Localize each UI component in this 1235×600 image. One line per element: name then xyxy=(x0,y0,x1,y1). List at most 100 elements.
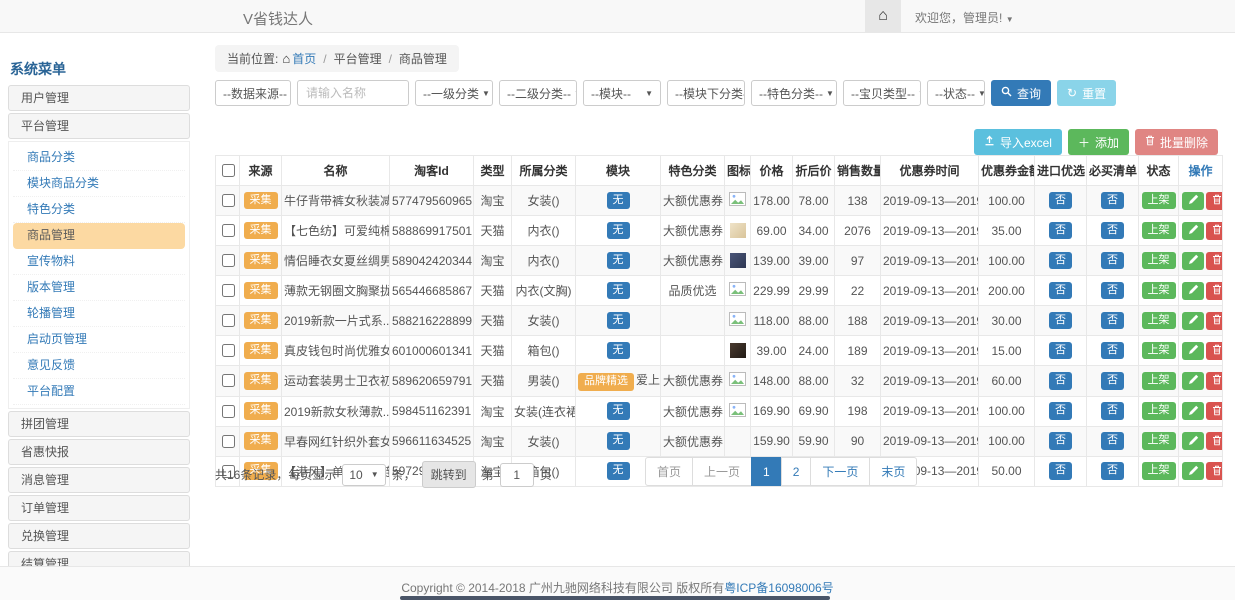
page-button-下一页[interactable]: 下一页 xyxy=(810,457,870,486)
edit-button[interactable] xyxy=(1182,402,1204,420)
row-checkbox[interactable] xyxy=(222,194,235,207)
status-badge[interactable]: 上架 xyxy=(1142,312,1176,330)
sidebar-item-3[interactable]: 商品管理 xyxy=(13,223,185,249)
import-select-badge[interactable]: 否 xyxy=(1049,402,1072,420)
import-select-badge[interactable]: 否 xyxy=(1049,222,1072,240)
row-checkbox[interactable] xyxy=(222,435,235,448)
import-select-badge[interactable]: 否 xyxy=(1049,312,1072,330)
must-buy-badge[interactable]: 否 xyxy=(1101,282,1124,300)
import-select-badge[interactable]: 否 xyxy=(1049,252,1072,270)
select-all-checkbox[interactable] xyxy=(222,164,235,177)
filter-select-0[interactable]: --数据来源--▼ xyxy=(215,80,291,106)
sidebar-group-2[interactable]: 拼团管理 xyxy=(8,411,190,437)
row-checkbox[interactable] xyxy=(222,254,235,267)
icp-link[interactable]: 粤ICP备16098006号 xyxy=(724,581,833,595)
jump-page-input[interactable] xyxy=(500,463,534,487)
row-checkbox[interactable] xyxy=(222,344,235,357)
filter-select-7[interactable]: --状态--▼ xyxy=(927,80,985,106)
must-buy-badge[interactable]: 否 xyxy=(1101,192,1124,210)
delete-button[interactable] xyxy=(1206,342,1223,360)
breadcrumb-home-link[interactable]: 首页 xyxy=(292,52,316,66)
import-select-badge[interactable]: 否 xyxy=(1049,342,1072,360)
edit-button[interactable] xyxy=(1182,252,1204,270)
filter-select-1[interactable]: --一级分类▼ xyxy=(415,80,493,106)
user-menu[interactable]: 欢迎您，管理员! ▼ xyxy=(915,9,1014,26)
sidebar-group-3[interactable]: 省惠快报 xyxy=(8,439,190,465)
home-button[interactable]: ⌂ xyxy=(865,0,901,32)
edit-button[interactable] xyxy=(1182,222,1204,240)
must-buy-badge[interactable]: 否 xyxy=(1101,372,1124,390)
filter-select-4[interactable]: --模块下分类--▼ xyxy=(667,80,745,106)
edit-button[interactable] xyxy=(1182,282,1204,300)
status-badge[interactable]: 上架 xyxy=(1142,192,1176,210)
page-button-上一页[interactable]: 上一页 xyxy=(692,457,752,486)
sidebar-item-1[interactable]: 模块商品分类 xyxy=(13,171,185,197)
sidebar-group-0[interactable]: 用户管理 xyxy=(8,85,190,111)
row-checkbox[interactable] xyxy=(222,374,235,387)
sidebar-item-8[interactable]: 意见反馈 xyxy=(13,353,185,379)
status-badge[interactable]: 上架 xyxy=(1142,402,1176,420)
import-excel-button[interactable]: 导入excel xyxy=(974,129,1062,155)
sidebar-item-2[interactable]: 特色分类 xyxy=(13,197,185,223)
delete-button[interactable] xyxy=(1206,432,1223,450)
page-button-1[interactable]: 1 xyxy=(751,457,782,486)
edit-button[interactable] xyxy=(1182,342,1204,360)
sidebar-group-7[interactable]: 结算管理 xyxy=(8,551,190,566)
edit-button[interactable] xyxy=(1182,312,1204,330)
delete-button[interactable] xyxy=(1206,372,1223,390)
search-button[interactable]: 查询 xyxy=(991,80,1051,106)
edit-button[interactable] xyxy=(1182,192,1204,210)
delete-button[interactable] xyxy=(1206,462,1223,480)
sidebar-group-5[interactable]: 订单管理 xyxy=(8,495,190,521)
status-badge[interactable]: 上架 xyxy=(1142,282,1176,300)
per-page-select[interactable]: 10▼ xyxy=(342,464,385,486)
status-badge[interactable]: 上架 xyxy=(1142,342,1176,360)
import-select-badge[interactable]: 否 xyxy=(1049,432,1072,450)
delete-button[interactable] xyxy=(1206,222,1223,240)
page-button-末页[interactable]: 末页 xyxy=(869,457,917,486)
filter-select-5[interactable]: --特色分类--▼ xyxy=(751,80,837,106)
sidebar-item-0[interactable]: 商品分类 xyxy=(13,145,185,171)
must-buy-badge[interactable]: 否 xyxy=(1101,402,1124,420)
edit-button[interactable] xyxy=(1182,372,1204,390)
edit-button[interactable] xyxy=(1182,462,1204,480)
import-select-badge[interactable]: 否 xyxy=(1049,462,1072,480)
edit-button[interactable] xyxy=(1182,432,1204,450)
sidebar-group-6[interactable]: 兑换管理 xyxy=(8,523,190,549)
row-checkbox[interactable] xyxy=(222,224,235,237)
delete-button[interactable] xyxy=(1206,402,1223,420)
must-buy-badge[interactable]: 否 xyxy=(1101,342,1124,360)
status-badge[interactable]: 上架 xyxy=(1142,222,1176,240)
delete-button[interactable] xyxy=(1206,282,1223,300)
status-badge[interactable]: 上架 xyxy=(1142,372,1176,390)
filter-select-6[interactable]: --宝贝类型--▼ xyxy=(843,80,921,106)
status-badge[interactable]: 上架 xyxy=(1142,462,1176,480)
row-checkbox[interactable] xyxy=(222,314,235,327)
status-badge[interactable]: 上架 xyxy=(1142,432,1176,450)
import-select-badge[interactable]: 否 xyxy=(1049,372,1072,390)
sidebar-group-1[interactable]: 平台管理 xyxy=(8,113,190,139)
sidebar-item-7[interactable]: 启动页管理 xyxy=(13,327,185,353)
delete-button[interactable] xyxy=(1206,252,1223,270)
filter-select-2[interactable]: --二级分类--▼ xyxy=(499,80,577,106)
horizontal-scrollbar-thumb[interactable] xyxy=(400,596,830,600)
sidebar-group-4[interactable]: 消息管理 xyxy=(8,467,190,493)
filter-select-3[interactable]: --模块--▼ xyxy=(583,80,661,106)
batch-delete-button[interactable]: 批量删除 xyxy=(1135,129,1218,155)
status-badge[interactable]: 上架 xyxy=(1142,252,1176,270)
delete-button[interactable] xyxy=(1206,312,1223,330)
name-search-input[interactable] xyxy=(297,80,409,106)
reset-button[interactable]: ↻ 重置 xyxy=(1057,80,1116,106)
sidebar-item-6[interactable]: 轮播管理 xyxy=(13,301,185,327)
must-buy-badge[interactable]: 否 xyxy=(1101,312,1124,330)
sidebar-item-4[interactable]: 宣传物料 xyxy=(13,249,185,275)
delete-button[interactable] xyxy=(1206,192,1223,210)
must-buy-badge[interactable]: 否 xyxy=(1101,252,1124,270)
sidebar-item-9[interactable]: 平台配置 xyxy=(13,379,185,405)
row-checkbox[interactable] xyxy=(222,284,235,297)
must-buy-badge[interactable]: 否 xyxy=(1101,222,1124,240)
sidebar-item-5[interactable]: 版本管理 xyxy=(13,275,185,301)
jump-button[interactable]: 跳转到 xyxy=(422,461,476,488)
import-select-badge[interactable]: 否 xyxy=(1049,282,1072,300)
must-buy-badge[interactable]: 否 xyxy=(1101,432,1124,450)
